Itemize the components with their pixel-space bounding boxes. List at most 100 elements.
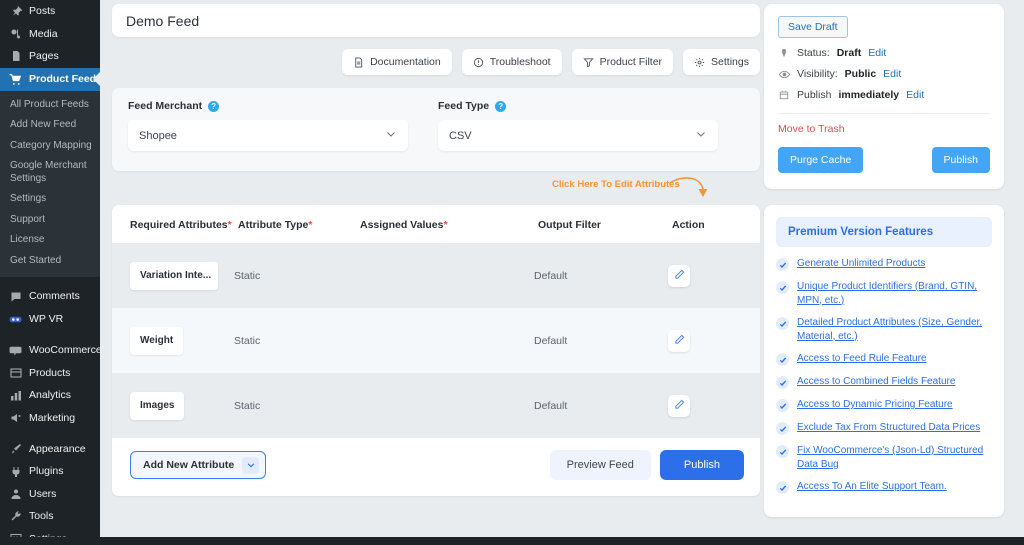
status-edit-link[interactable]: Edit [868, 47, 886, 59]
check-icon [776, 376, 789, 389]
premium-feature-link[interactable]: Unique Product Identifiers (Brand, GTIN,… [797, 280, 992, 307]
feed-title-bar[interactable]: Demo Feed [112, 4, 760, 37]
premium-feature-item[interactable]: Generate Unlimited Products [776, 257, 992, 271]
feed-merchant-select[interactable]: Shopee [128, 120, 408, 151]
premium-feature-link[interactable]: Access to Combined Fields Feature [797, 375, 955, 389]
feed-merchant-value: Shopee [139, 129, 177, 142]
sidebar-item-all-product-feeds[interactable]: All Product Feeds [0, 95, 100, 116]
edit-attribute-button[interactable] [668, 329, 690, 352]
premium-feature-link[interactable]: Access To An Elite Support Team. [797, 480, 947, 494]
table-header-row: Required Attributes* Attribute Type* Ass… [112, 205, 760, 243]
save-draft-button[interactable]: Save Draft [778, 16, 848, 38]
sidebar-item-pages[interactable]: Pages [0, 45, 100, 68]
documentation-button[interactable]: Documentation [342, 49, 452, 75]
premium-feature-link[interactable]: Generate Unlimited Products [797, 257, 925, 271]
premium-feature-item[interactable]: Access to Feed Rule Feature [776, 352, 992, 366]
edit-icon [674, 269, 685, 283]
visibility-value: Public [844, 68, 877, 80]
attribute-pill[interactable]: Weight [130, 326, 184, 355]
column-header-output-filter: Output Filter [538, 219, 601, 231]
help-icon[interactable]: ? [495, 100, 507, 112]
table-footer: Add New Attribute Preview Feed Publish [112, 438, 760, 496]
sidebar-item-wp-vr[interactable]: WP VR [0, 308, 100, 331]
sidebar-label: Product Feed [29, 72, 97, 85]
premium-heading: Premium Version Features [776, 217, 992, 247]
premium-feature-link[interactable]: Access to Feed Rule Feature [797, 352, 927, 366]
edit-attribute-button[interactable] [668, 394, 690, 417]
sidebar-item-google-merchant-settings[interactable]: Google Merchant Settings [0, 156, 100, 189]
publish-feed-button[interactable]: Publish [659, 450, 744, 480]
attribute-type-cell: Static [234, 269, 261, 282]
premium-feature-link[interactable]: Detailed Product Attributes (Size, Gende… [797, 316, 992, 343]
sidebar-label: Appearance [29, 442, 86, 455]
publish-label: Publish [797, 89, 832, 101]
users-icon [8, 488, 23, 500]
sidebar-divider [0, 277, 100, 285]
sidebar-item-analytics[interactable]: Analytics [0, 384, 100, 407]
troubleshoot-button[interactable]: Troubleshoot [461, 49, 562, 75]
chevron-down-icon[interactable] [242, 456, 260, 474]
premium-feature-item[interactable]: Detailed Product Attributes (Size, Gende… [776, 316, 992, 343]
check-icon [776, 445, 789, 458]
sidebar-item-get-started[interactable]: Get Started [0, 251, 100, 272]
premium-feature-item[interactable]: Unique Product Identifiers (Brand, GTIN,… [776, 280, 992, 307]
sidebar-item-license[interactable]: License [0, 230, 100, 251]
check-icon [776, 353, 789, 366]
sidebar-item-settings[interactable]: Settings [0, 189, 100, 210]
check-icon [776, 258, 789, 271]
add-new-attribute-button[interactable]: Add New Attribute [130, 451, 267, 479]
purge-cache-button[interactable]: Purge Cache [778, 147, 864, 173]
attribute-pill[interactable]: Variation Inte... [130, 261, 218, 290]
wp-admin-sidebar: Posts Media Pages Product Feed All Produ… [0, 0, 100, 545]
edit-icon [674, 399, 685, 413]
attribute-pill[interactable]: Images [130, 391, 185, 420]
edit-attribute-button[interactable] [668, 264, 690, 287]
sidebar-item-add-new-feed[interactable]: Add New Feed [0, 115, 100, 136]
premium-feature-link[interactable]: Fix WooCommerce's (Json-Ld) Structured D… [797, 444, 992, 471]
sidebar-item-woocommerce[interactable]: WooCommerce [0, 339, 100, 362]
premium-feature-item[interactable]: Access To An Elite Support Team. [776, 480, 992, 494]
premium-feature-link[interactable]: Exclude Tax From Structured Data Prices [797, 421, 980, 435]
publish-value: immediately [838, 89, 900, 101]
feed-type-label: Feed Type ? [438, 100, 718, 112]
sidebar-item-tools[interactable]: Tools [0, 505, 100, 528]
premium-feature-link[interactable]: Access to Dynamic Pricing Feature [797, 398, 953, 412]
move-to-trash-link[interactable]: Move to Trash [778, 123, 990, 135]
sidebar-item-marketing[interactable]: Marketing [0, 407, 100, 430]
toolbar-label: Troubleshoot [489, 56, 551, 68]
sidebar-item-product-feed[interactable]: Product Feed [0, 67, 100, 91]
check-icon [776, 317, 789, 330]
publish-button[interactable]: Publish [931, 147, 990, 173]
premium-feature-item[interactable]: Fix WooCommerce's (Json-Ld) Structured D… [776, 444, 992, 471]
sidebar-item-support[interactable]: Support [0, 210, 100, 231]
sidebar-item-media[interactable]: Media [0, 23, 100, 46]
feed-merchant-field: Feed Merchant ? Shopee [128, 100, 408, 151]
output-filter-cell: Default [534, 399, 568, 412]
premium-feature-item[interactable]: Exclude Tax From Structured Data Prices [776, 421, 992, 435]
feed-type-select[interactable]: CSV [438, 120, 718, 151]
sidebar-label: Analytics [29, 389, 72, 402]
sidebar-item-category-mapping[interactable]: Category Mapping [0, 136, 100, 157]
column-header-required-attributes: Required Attributes* [130, 219, 232, 231]
sidebar-item-posts[interactable]: Posts [0, 0, 100, 23]
sidebar-item-users[interactable]: Users [0, 483, 100, 506]
visibility-label: Visibility: [797, 68, 838, 80]
sidebar-item-comments[interactable]: Comments [0, 285, 100, 308]
sidebar-item-products[interactable]: Products [0, 362, 100, 385]
sidebar-item-appearance[interactable]: Appearance [0, 438, 100, 461]
product-filter-button[interactable]: Product Filter [571, 49, 674, 75]
feed-editor-column: Demo Feed Documentation Troubleshoot Pro… [112, 4, 760, 496]
publish-date-row: Publish immediately Edit [778, 89, 990, 101]
help-icon[interactable]: ? [208, 100, 220, 112]
premium-feature-item[interactable]: Access to Dynamic Pricing Feature [776, 398, 992, 412]
page-title: Demo Feed [126, 12, 200, 29]
sidebar-item-plugins[interactable]: Plugins [0, 460, 100, 483]
check-icon [776, 422, 789, 435]
publish-edit-link[interactable]: Edit [906, 89, 924, 101]
sidebar-divider [0, 331, 100, 339]
visibility-edit-link[interactable]: Edit [883, 68, 901, 80]
footer-actions: Preview Feed Publish [549, 450, 744, 480]
preview-feed-button[interactable]: Preview Feed [549, 450, 651, 480]
settings-button[interactable]: Settings [683, 49, 760, 75]
premium-feature-item[interactable]: Access to Combined Fields Feature [776, 375, 992, 389]
